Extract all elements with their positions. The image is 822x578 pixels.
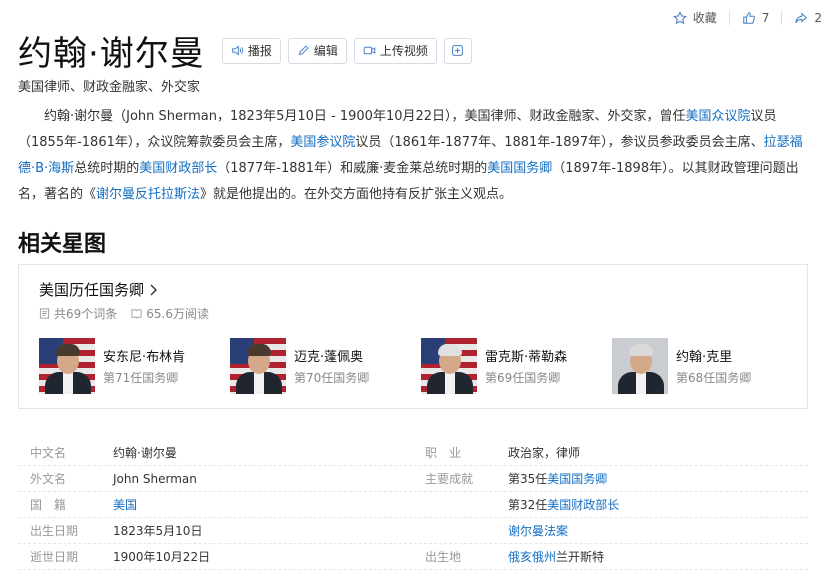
person-name: 安东尼·布林肯 (103, 350, 186, 365)
intro-paragraph: 约翰·谢尔曼（John Sherman，1823年5月10日 - 1900年10… (18, 104, 810, 208)
avatar (421, 338, 477, 394)
person-name: 雷克斯·蒂勒森 (485, 350, 568, 365)
thumb-up-icon (742, 11, 755, 24)
video-icon (363, 46, 376, 55)
person-desc: 第69任国务卿 (485, 371, 561, 385)
info-key: 职 业 (425, 446, 462, 460)
link-ohio[interactable]: 俄亥俄州 (508, 550, 556, 564)
info-value: 约翰·谢尔曼 (113, 446, 177, 460)
like-button[interactable]: 7 (742, 10, 770, 25)
avatar (39, 338, 95, 394)
info-value: 俄亥俄州兰开斯特 (508, 548, 604, 565)
info-row: 外文名 John Sherman 主要成就 第35任美国国务卿 (18, 466, 808, 492)
info-key: 出生地 (425, 550, 462, 564)
collect-button[interactable]: 收藏 (672, 9, 717, 26)
info-value: 政治家，律师 (508, 446, 581, 460)
upload-video-label: 上传视频 (379, 44, 428, 58)
share-count: 2 (814, 10, 822, 25)
divider (781, 10, 783, 25)
link-antitrust[interactable]: 谢尔曼反托拉斯法 (96, 187, 200, 202)
intro-text: 总统时期的 (74, 161, 140, 176)
page-title: 约翰·谢尔曼 (18, 34, 205, 74)
info-value: 第35任美国国务卿 (508, 470, 607, 487)
avatar (230, 338, 286, 394)
share-button[interactable]: 2 (794, 11, 822, 25)
entries-count: 共69个词条 (39, 305, 117, 322)
info-value: 美国 (113, 496, 137, 513)
info-row: 国 籍 美国 第32任美国财政部长 (18, 492, 808, 518)
info-value: John Sherman (113, 471, 197, 486)
link-state[interactable]: 美国国务卿 (487, 161, 552, 176)
like-count: 7 (761, 10, 770, 25)
link-usa[interactable]: 美国 (113, 498, 137, 512)
plus-icon (452, 45, 464, 56)
title-row: 约翰·谢尔曼 播报 编辑 上传视频 (18, 26, 472, 75)
info-key: 主要成就 (425, 472, 474, 486)
intro-text: 议员（1861年-1877年、1881年-1897年），参议员参政委员会主席、 (355, 135, 764, 150)
upload-video-button[interactable]: 上传视频 (353, 37, 437, 64)
top-actions: 收藏 7 2 (672, 9, 822, 26)
link-house[interactable]: 美国众议院 (686, 109, 751, 124)
person-name: 约翰·克里 (676, 350, 733, 365)
entries-label: 共69个词条 (54, 307, 118, 321)
info-key: 国 籍 (30, 498, 67, 512)
play-button[interactable]: 播报 (221, 37, 281, 64)
info-key: 中文名 (30, 446, 67, 460)
link-treasury-secretary[interactable]: 美国财政部长 (547, 498, 619, 512)
intro-text: 》就是他提出的。在外交方面他持有反扩张主义观点。 (200, 187, 513, 202)
info-key: 外文名 (30, 472, 67, 486)
avatar (612, 338, 668, 394)
collect-label: 收藏 (692, 11, 717, 25)
book-icon (131, 309, 142, 319)
info-value: 谢尔曼法案 (508, 522, 568, 539)
intro-text: （1877年-1881年）和威廉·麦金莱总统时期的 (217, 161, 488, 176)
info-row: 中文名 约翰·谢尔曼 职 业 政治家，律师 (18, 440, 808, 466)
intro-text: 约翰·谢尔曼（John Sherman，1823年5月10日 - 1900年10… (44, 109, 686, 124)
edit-button[interactable]: 编辑 (287, 37, 347, 64)
value-text: 兰开斯特 (556, 550, 605, 564)
edit-label: 编辑 (313, 44, 338, 58)
info-value: 1900年10月22日 (113, 550, 211, 564)
views-count: 65.6万阅读 (131, 305, 209, 322)
card-title-link[interactable]: 美国历任国务卿 (39, 279, 158, 300)
info-key: 逝世日期 (30, 550, 79, 564)
related-section-title: 相关星图 (18, 232, 107, 257)
info-key: 出生日期 (30, 524, 79, 538)
add-button[interactable] (443, 37, 472, 64)
info-row: 逝世日期 1900年10月22日 出生地 俄亥俄州兰开斯特 (18, 544, 808, 570)
person-name: 迈克·蓬佩奥 (294, 350, 364, 365)
info-row: 出生日期 1823年5月10日 谢尔曼法案 (18, 518, 808, 544)
card-title: 美国历任国务卿 (39, 281, 145, 299)
link-treasury[interactable]: 美国财政部长 (139, 161, 217, 176)
info-value: 1823年5月10日 (113, 524, 203, 538)
pencil-icon (298, 45, 309, 56)
link-senate[interactable]: 美国参议院 (290, 135, 355, 150)
link-sherman-act[interactable]: 谢尔曼法案 (508, 524, 568, 538)
divider (728, 10, 730, 25)
speaker-icon (231, 45, 243, 56)
document-icon (39, 308, 50, 319)
link-state-secretary[interactable]: 美国国务卿 (547, 472, 607, 486)
page-subtitle: 美国律师、财政金融家、外交家 (18, 80, 201, 95)
person-item[interactable]: 安东尼·布林肯 第71任国务卿 (39, 338, 230, 394)
play-label: 播报 (247, 44, 272, 58)
person-item[interactable]: 雷克斯·蒂勒森 第69任国务卿 (421, 338, 612, 394)
person-item[interactable]: 约翰·克里第68任国务卿 (612, 338, 803, 394)
person-desc: 第70任国务卿 (294, 371, 370, 385)
person-item[interactable]: 迈克·蓬佩奥 第70任国务卿 (230, 338, 421, 394)
related-card: 美国历任国务卿 共69个词条 65.6万阅读 安东尼·布林肯 第71任国务卿 迈克… (18, 264, 808, 409)
card-meta: 共69个词条 65.6万阅读 (39, 305, 209, 322)
star-icon (672, 10, 687, 24)
person-desc: 第68任国务卿 (676, 371, 752, 385)
person-list: 安东尼·布林肯 第71任国务卿 迈克·蓬佩奥 第70任国务卿 雷克斯·蒂勒森 第69任… (39, 338, 803, 394)
value-text: 第32任 (508, 498, 548, 512)
value-text: 第35任 (508, 472, 548, 486)
share-icon (795, 11, 808, 23)
info-value: 第32任美国财政部长 (508, 496, 619, 513)
views-label: 65.6万阅读 (146, 307, 210, 321)
chevron-right-icon (150, 284, 158, 295)
person-desc: 第71任国务卿 (103, 371, 179, 385)
basic-info-table: 中文名 约翰·谢尔曼 职 业 政治家，律师 外文名 John Sherman 主要成就… (18, 440, 808, 570)
